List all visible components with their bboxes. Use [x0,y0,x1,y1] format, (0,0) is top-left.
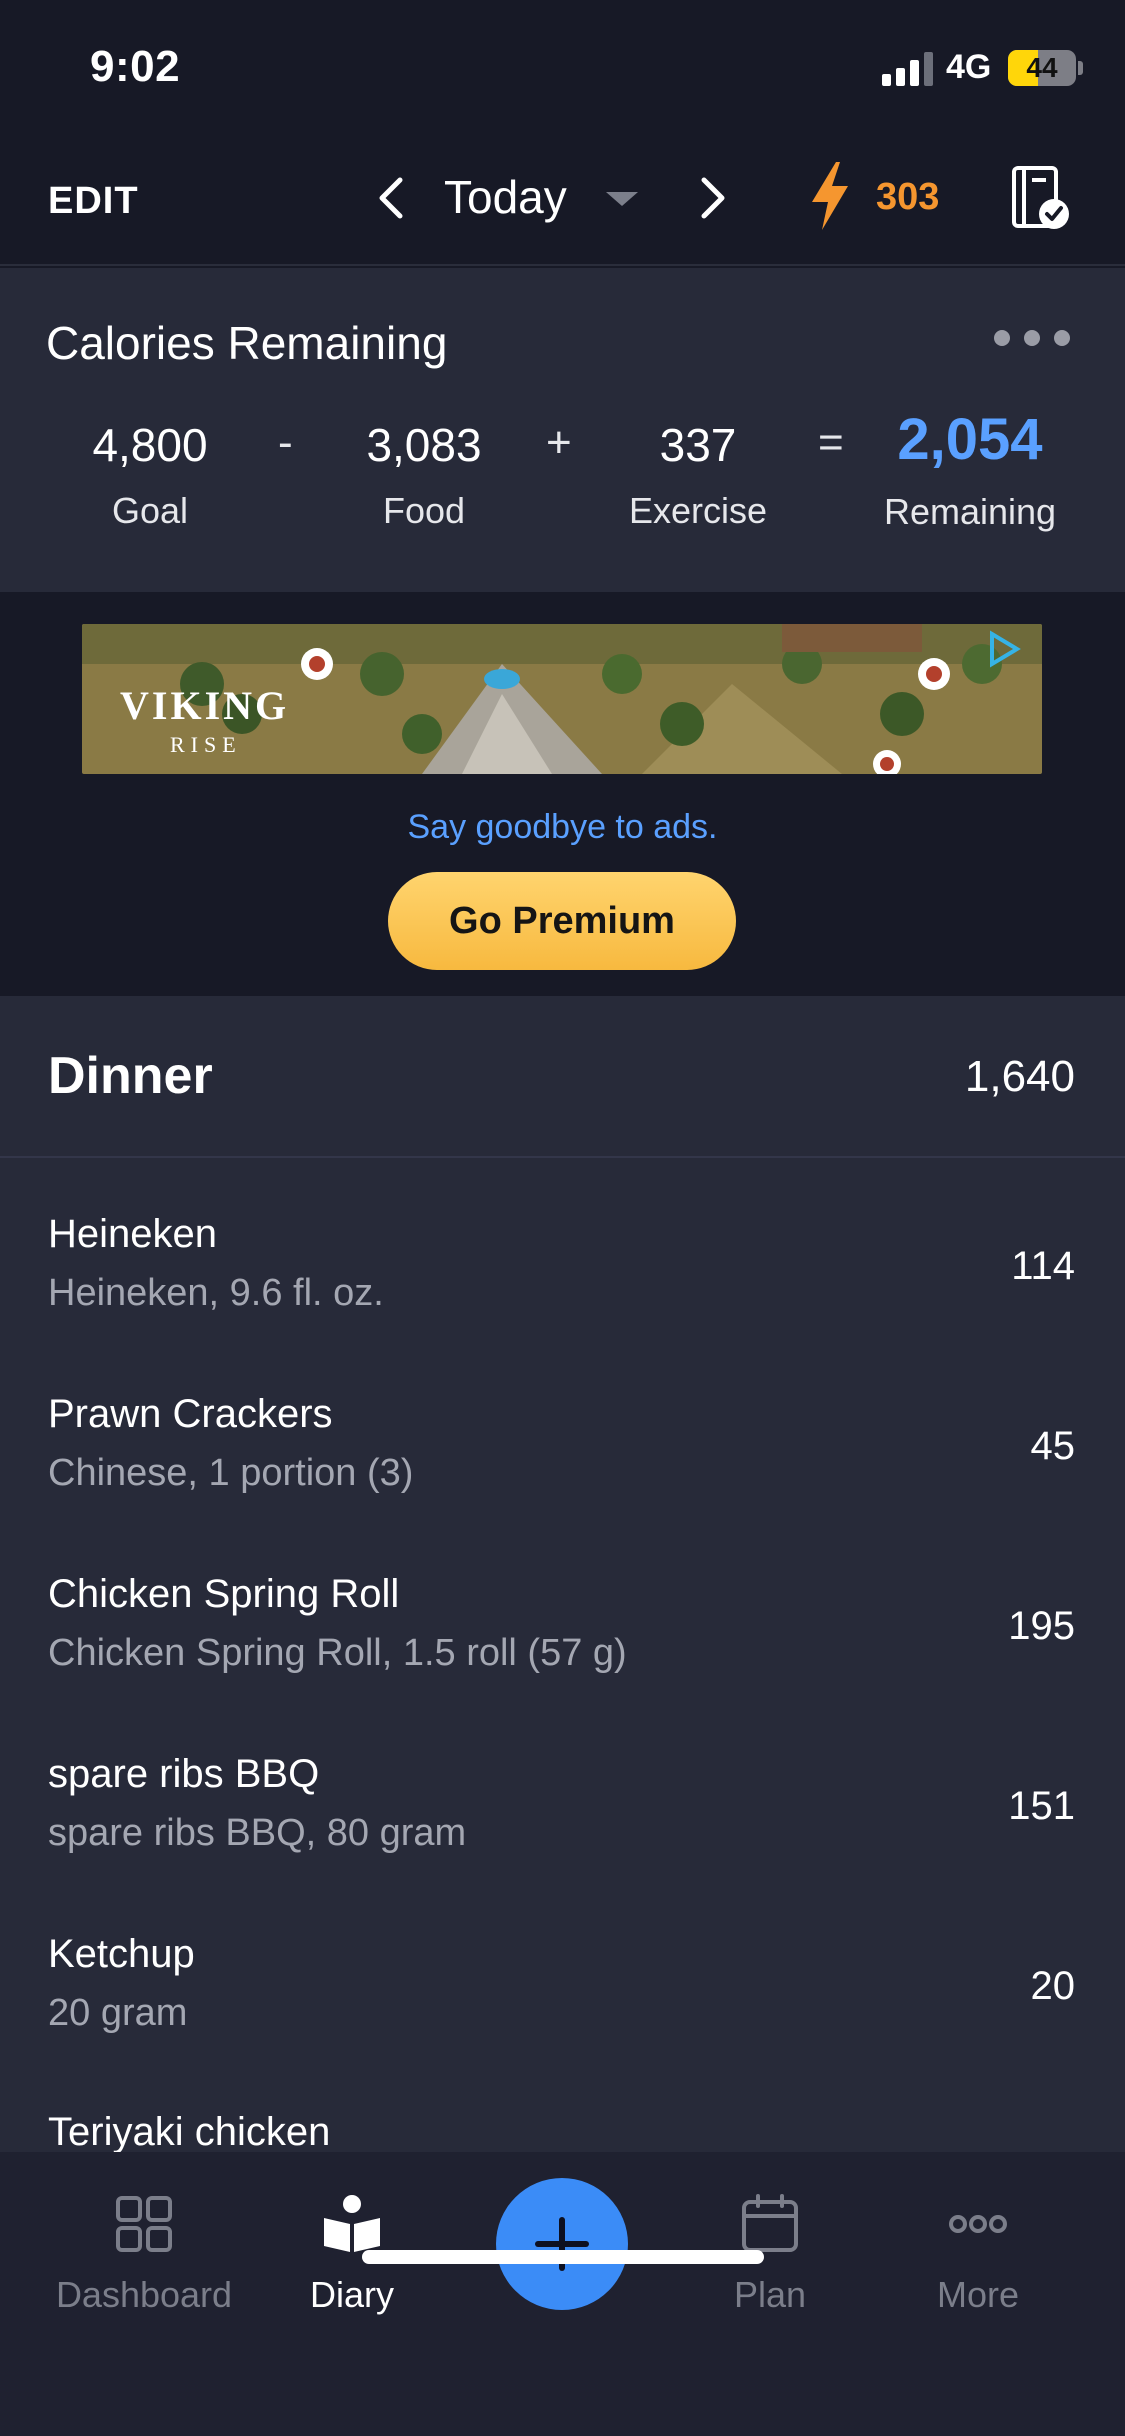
goal-label: Goal [111,490,189,531]
food-entry[interactable]: spare ribs BBQ spare ribs BBQ, 80 gram 1… [0,1752,1125,1932]
calories-card-title: Calories Remaining [46,317,448,369]
tab-label: Plan [733,2274,807,2315]
chevron-right-icon [701,177,725,219]
status-time: 9:02 [90,42,181,91]
food-calories: 114 [1011,1244,1075,1288]
go-premium-button[interactable]: Go Premium [388,872,736,970]
food-summary: 3,083 Food [324,418,524,532]
battery-icon: 44 [1008,50,1076,86]
remaining-label: Remaining [883,491,1057,532]
dashboard-grid-icon [116,2196,172,2252]
chevron-left-icon [379,177,403,219]
checklist-icon[interactable] [1010,162,1072,232]
tab-dashboard[interactable]: Dashboard [34,2192,254,2316]
dropdown-caret-icon[interactable] [606,192,638,206]
food-description: Chicken Spring Roll, 1.5 roll (57 g) [48,1632,627,1674]
status-bar: 9:02 4G 44 [0,0,1125,130]
lightning-bolt-icon[interactable] [806,160,854,232]
food-calories: 151 [1008,1784,1075,1828]
remaining-summary: 2,054 Remaining [860,407,1080,533]
edit-button[interactable]: EDIT [48,180,139,223]
remaining-value: 2,054 [897,407,1043,472]
ad-section: VIKING RISE Say goodbye to ads. Go Premi… [0,594,1125,996]
food-name: Teriyaki chicken [48,2110,331,2152]
food-description: Chinese, 1 portion (3) [48,1452,414,1494]
food-entry[interactable]: Teriyaki chicken [0,2110,1125,2152]
home-indicator[interactable] [362,2250,764,2264]
goal-summary: 4,800 Goal [50,418,250,532]
equals-operator: = [818,418,844,467]
previous-day-button[interactable] [362,168,422,228]
calories-remaining-card[interactable]: Calories Remaining 4,800 Goal - 3,083 Fo… [0,268,1125,592]
remove-ads-link[interactable]: Say goodbye to ads. [0,808,1125,847]
ad-brand-subtitle: RISE [170,732,242,757]
network-type: 4G [946,48,992,86]
exercise-value: 337 [659,419,737,471]
food-name: Chicken Spring Roll [48,1572,400,1616]
diary-book-icon [324,2195,380,2252]
food-name: Prawn Crackers [48,1392,333,1436]
food-name: Heineken [48,1212,218,1256]
exercise-label: Exercise [628,490,768,531]
diary-header: EDIT Today 303 [0,130,1125,266]
next-day-button[interactable] [682,168,742,228]
food-description: 20 gram [48,1992,188,2034]
exercise-summary: 337 Exercise [598,418,798,532]
signal-strength-icon [882,52,934,86]
more-options-icon[interactable] [992,330,1072,350]
battery-percent: 44 [1026,52,1058,83]
food-name: Ketchup [48,1932,195,1976]
food-calories: 20 [1030,1964,1076,2008]
minus-operator: - [278,418,293,467]
food-name: spare ribs BBQ [48,1752,320,1796]
add-entry-button[interactable] [496,2178,628,2310]
calendar-icon [742,2194,798,2252]
ad-brand-name: VIKING [120,683,289,728]
date-selector[interactable]: Today [444,170,567,224]
food-description: spare ribs BBQ, 80 gram [48,1812,467,1854]
food-calories: 45 [1030,1424,1076,1468]
meal-name: Dinner [48,1047,213,1105]
battery-cap [1078,61,1083,75]
meal-total-calories: 1,640 [964,1052,1075,1101]
tab-label: Dashboard [55,2274,233,2315]
bottom-tab-bar: Dashboard Diary Plan More [0,2152,1125,2436]
food-entry[interactable]: Chicken Spring Roll Chicken Spring Roll,… [0,1572,1125,1752]
dinner-section: Dinner 1,640 Heineken Heineken, 9.6 fl. … [0,996,1125,2152]
streak-count[interactable]: 303 [876,176,939,219]
goal-value: 4,800 [92,419,208,471]
plus-icon [535,2217,589,2271]
food-value: 3,083 [366,419,482,471]
more-dots-icon [949,2215,1007,2233]
tab-more[interactable]: More [868,2192,1088,2316]
ad-banner-image[interactable]: VIKING RISE [82,624,1042,774]
food-entry[interactable]: Prawn Crackers Chinese, 1 portion (3) 45 [0,1392,1125,1572]
food-entry[interactable]: Heineken Heineken, 9.6 fl. oz. 114 [0,1212,1125,1392]
tab-label: Diary [309,2274,394,2315]
food-label: Food [382,490,466,531]
food-entry[interactable]: Ketchup 20 gram 20 [0,1932,1125,2112]
tab-label: More [936,2274,1020,2315]
food-calories: 195 [1008,1604,1075,1648]
meal-header[interactable]: Dinner 1,640 [0,996,1125,1158]
food-description: Heineken, 9.6 fl. oz. [48,1272,384,1314]
plus-operator: + [546,418,572,467]
